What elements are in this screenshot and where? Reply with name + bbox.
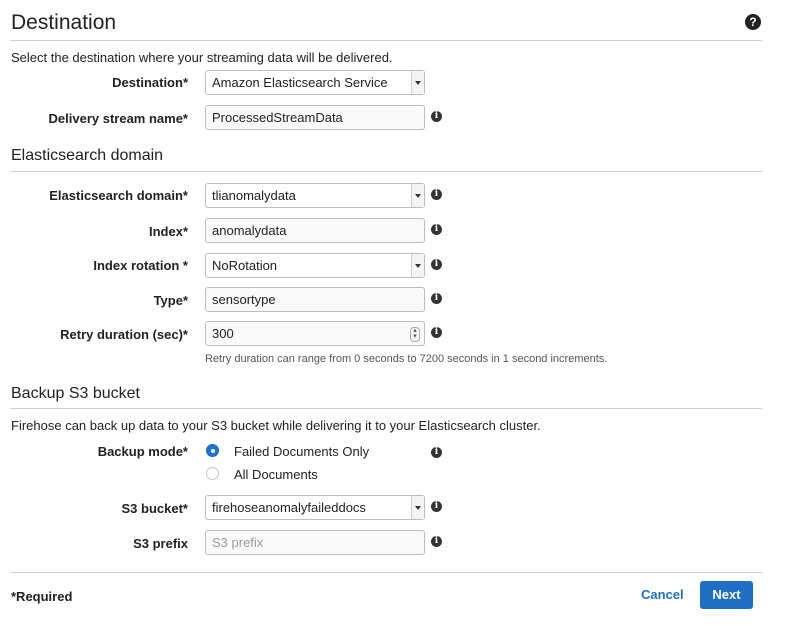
divider <box>10 171 762 172</box>
stream-name-input[interactable]: ProcessedStreamData <box>205 105 425 130</box>
divider <box>10 408 762 409</box>
radio-failed-documents-label[interactable]: Failed Documents Only <box>234 444 369 459</box>
retry-duration-input[interactable]: 300 ▴ ▾ <box>205 321 425 346</box>
index-rotation-label: Index rotation * <box>93 258 188 273</box>
info-icon[interactable]: i <box>431 111 442 122</box>
question-circle-icon[interactable]: ? <box>745 14 761 30</box>
info-icon[interactable]: i <box>431 224 442 235</box>
destination-label: Destination* <box>112 75 188 90</box>
divider <box>10 572 762 573</box>
info-icon[interactable]: i <box>431 327 442 338</box>
destination-select[interactable]: Amazon Elasticsearch Service <box>205 70 425 95</box>
index-input[interactable]: anomalydata <box>205 218 425 243</box>
s3-prefix-placeholder: S3 prefix <box>212 535 264 550</box>
type-input[interactable]: sensortype <box>205 287 425 312</box>
es-domain-label: Elasticsearch domain* <box>49 188 188 203</box>
es-domain-value: tlianomalydata <box>212 188 296 203</box>
stream-name-value: ProcessedStreamData <box>212 110 343 125</box>
es-domain-select[interactable]: tlianomalydata <box>205 183 425 208</box>
info-icon[interactable]: i <box>431 447 442 458</box>
stepper-icon[interactable]: ▴ ▾ <box>410 327 420 342</box>
stream-name-label: Delivery stream name* <box>48 111 188 126</box>
s3-bucket-select[interactable]: firehoseanomalyfaileddocs <box>205 495 425 520</box>
info-icon[interactable]: i <box>431 536 442 547</box>
destination-description: Select the destination where your stream… <box>11 50 393 65</box>
info-icon[interactable]: i <box>431 293 442 304</box>
index-value: anomalydata <box>212 223 287 238</box>
s3-prefix-label: S3 prefix <box>133 536 188 551</box>
retry-duration-hint: Retry duration can range from 0 seconds … <box>205 353 608 365</box>
s3-bucket-value: firehoseanomalyfaileddocs <box>212 500 366 515</box>
retry-duration-label: Retry duration (sec)* <box>60 327 188 342</box>
type-label: Type* <box>153 293 188 308</box>
type-value: sensortype <box>212 292 276 307</box>
index-rotation-select[interactable]: NoRotation <box>205 253 425 278</box>
divider <box>10 40 762 41</box>
chevron-down-icon <box>411 496 424 519</box>
radio-all-documents[interactable] <box>206 467 219 480</box>
destination-value: Amazon Elasticsearch Service <box>212 75 388 90</box>
radio-failed-documents[interactable] <box>206 444 219 457</box>
retry-duration-value: 300 <box>212 326 234 341</box>
s3-bucket-label: S3 bucket* <box>121 501 188 516</box>
section-title-es: Elasticsearch domain <box>11 147 164 164</box>
next-button[interactable]: Next <box>700 581 753 609</box>
index-label: Index* <box>148 224 188 239</box>
index-rotation-value: NoRotation <box>212 258 278 273</box>
section-title-backup: Backup S3 bucket <box>11 385 140 402</box>
page-title: Destination <box>11 11 117 34</box>
backup-mode-label: Backup mode* <box>97 444 188 459</box>
info-icon[interactable]: i <box>431 189 442 200</box>
required-note: *Required <box>11 589 73 604</box>
info-icon[interactable]: i <box>431 259 442 270</box>
info-icon[interactable]: i <box>431 501 442 512</box>
chevron-down-icon <box>411 184 424 207</box>
radio-all-documents-label[interactable]: All Documents <box>234 467 318 482</box>
s3-prefix-input[interactable]: S3 prefix <box>205 530 425 555</box>
chevron-down-icon <box>411 254 424 277</box>
backup-description: Firehose can back up data to your S3 buc… <box>11 418 541 433</box>
cancel-button[interactable]: Cancel <box>641 587 684 602</box>
chevron-down-icon <box>411 71 424 94</box>
